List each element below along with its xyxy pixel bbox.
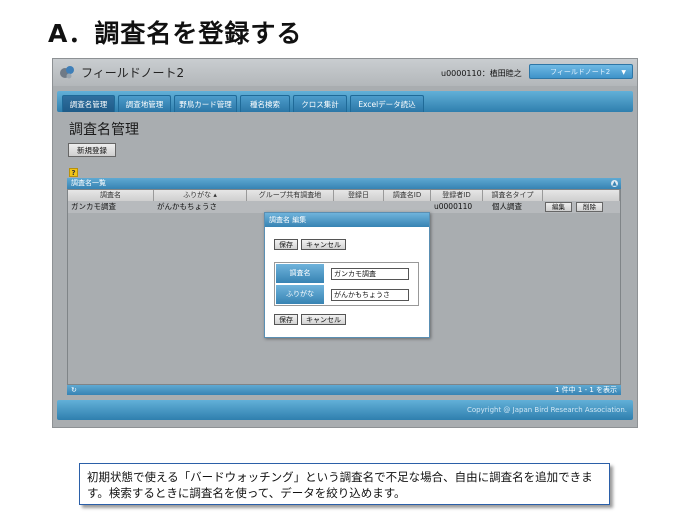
survey-name-input[interactable]: ガンカモ調査 [331,268,409,280]
column-header[interactable]: 調査名ID [384,190,431,201]
furigana-input[interactable]: がんかもちょうさ [331,289,409,301]
footer: Copyright @ Japan Bird Research Associat… [57,400,633,420]
tab-bird-cards[interactable]: 野鳥カード管理 [174,95,237,112]
dialog-cancel-button-top[interactable]: キャンセル [301,239,346,250]
note-box: 初期状態で使える「バードウォッチング」という調査名で不足な場合、自由に調査名を追… [79,463,610,505]
dialog-save-button-bottom[interactable]: 保存 [274,314,298,325]
pager-text: 1 件中 1 - 1 を表示 [554,386,617,394]
dialog-cancel-button-bottom[interactable]: キャンセル [301,314,346,325]
column-header-actions [543,190,620,201]
help-icon[interactable]: ? [69,168,78,177]
dialog-save-button-top[interactable]: 保存 [274,239,298,250]
new-registration-button[interactable]: 新規登録 [68,143,116,157]
column-header[interactable]: グループ共有調査地 [247,190,334,201]
app-title: フィールドノート2 [81,66,185,80]
column-header[interactable]: 登録者ID [431,190,483,201]
slide-title: A．調査名を登録する [48,19,303,48]
survey-name-label: 調査名 [276,264,324,283]
dialog-title: 調査名 編集 [265,213,429,227]
list-title: 調査名一覧 [71,179,106,187]
survey-name-cell: ガンカモ調査 [71,202,116,211]
column-header[interactable]: 調査名タイプ [483,190,543,201]
list-header: 調査名一覧 ▲ [67,178,621,189]
app-screenshot: フィールドノート2 u0000110：植田睦之 フィールドノート2 ▼ 調査名管… [52,58,638,428]
user-label: u0000110：植田睦之 [441,69,522,78]
dialog-form: 調査名 ガンカモ調査 ふりがな がんかもちょうさ [274,262,419,306]
project-select-value: フィールドノート2 [550,68,611,76]
pager-bar: ↻ 1 件中 1 - 1 を表示 [67,385,621,395]
furigana-label: ふりがな [276,285,324,304]
page-title: 調査名管理 [69,122,139,138]
edit-dialog: 調査名 編集 保存 キャンセル 調査名 ガンカモ調査 ふりがな がんかもちょうさ… [264,212,430,338]
registrant-id-cell: u0000110 [434,202,473,211]
tab-species-search[interactable]: 種名検索 [240,95,290,112]
column-header[interactable]: 調査名 [68,190,154,201]
furigana-cell: がんかもちょうさ [157,202,217,211]
tab-cross-tab[interactable]: クロス集計 [293,95,347,112]
chevron-down-icon: ▼ [621,69,626,76]
edit-button[interactable]: 編集 [545,202,572,212]
app-logo-icon [60,66,74,79]
column-header[interactable]: 登録日 [334,190,384,201]
tab-sites[interactable]: 調査地管理 [118,95,171,112]
delete-button[interactable]: 削除 [576,202,603,212]
collapse-icon[interactable]: ▲ [611,180,618,187]
refresh-icon[interactable]: ↻ [71,386,77,394]
project-select[interactable]: フィールドノート2 ▼ [529,64,633,79]
column-header[interactable]: ふりがな ▴ [154,190,247,201]
tab-excel-import[interactable]: Excelデータ読込 [350,95,424,112]
app-header: フィールドノート2 u0000110：植田睦之 フィールドノート2 ▼ [53,59,637,86]
copyright-text: Copyright @ Japan Bird Research Associat… [467,406,627,414]
survey-type-cell: 個人調査 [492,202,522,211]
tab-survey-names[interactable]: 調査名管理 [62,95,115,112]
nav-tabs: 調査名管理 調査地管理 野鳥カード管理 種名検索 クロス集計 Excelデータ読… [57,91,633,112]
